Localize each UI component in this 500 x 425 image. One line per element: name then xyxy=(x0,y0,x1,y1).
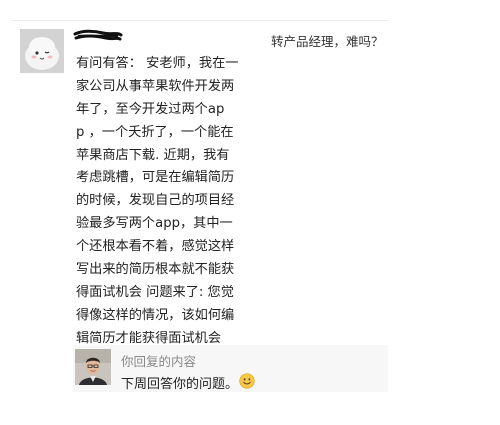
question-line: 有问有答： 安老师，我在一 xyxy=(76,56,239,71)
cartoon-avatar-icon xyxy=(20,29,64,73)
replier-avatar[interactable] xyxy=(75,349,111,385)
reply-title: 你回复的内容 xyxy=(121,354,197,369)
card-divider xyxy=(12,20,388,21)
user-avatar[interactable] xyxy=(20,29,64,73)
question-line: 苹果商店下载. 近期，我有 xyxy=(76,147,230,163)
question-line: 得面试机会 问题来了: 您觉 xyxy=(76,284,234,300)
question-line: p ，一个夭折了，一个能在 xyxy=(76,124,234,140)
question-line: 考虑跳槽，可是在编辑简历 xyxy=(76,170,235,186)
question-line: 家公司从事苹果软件开发两 xyxy=(76,78,235,94)
smiley-emoji-icon xyxy=(239,373,255,389)
question-topic-link[interactable]: 转产品经理，难吗？ xyxy=(271,31,384,50)
question-line: 个还根本看不着，感觉这样 xyxy=(76,239,235,255)
person-photo-icon xyxy=(75,349,111,385)
redaction-scribble-icon xyxy=(73,29,123,41)
question-line: 得像这样的情况，该如何编 xyxy=(76,307,235,323)
reply-text: 下周回答你的问题。 xyxy=(121,377,239,392)
question-line: 写出来的简历根本就不能获 xyxy=(76,262,235,278)
question-line: 年了，至今开发过两个ap xyxy=(76,101,225,117)
question-line: 验最多写两个app，其中一 xyxy=(76,216,233,232)
question-line: 的时候，发现自己的项目经 xyxy=(76,193,235,209)
question-text: 有问有答： 安老师，我在一 家公司从事苹果软件开发两 年了，至今开发过两个ap … xyxy=(76,53,266,373)
redacted-username xyxy=(73,28,123,42)
